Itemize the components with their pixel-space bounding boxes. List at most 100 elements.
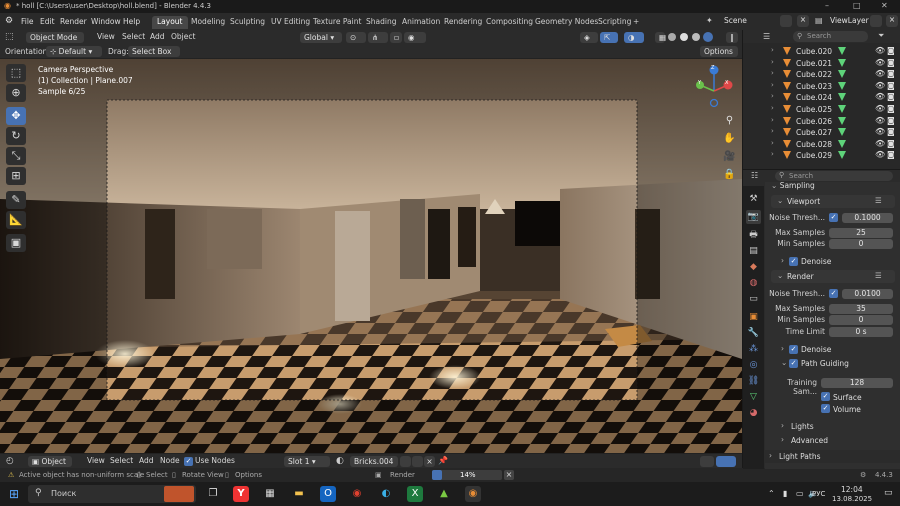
camera-view-icon[interactable]: 🎥 bbox=[721, 148, 738, 165]
outliner-row[interactable]: › Cube.020 👁 ◙ bbox=[743, 46, 900, 57]
select-box-tool-icon[interactable]: ⬚ bbox=[6, 64, 26, 82]
constraints-tab-icon[interactable]: ⛓ bbox=[746, 374, 761, 388]
visibility-eye-icon[interactable]: 👁 bbox=[875, 127, 885, 136]
visibility-eye-icon[interactable]: 👁 bbox=[875, 46, 885, 55]
zoom-icon[interactable]: ⚲ bbox=[721, 112, 738, 129]
transform-orientation-dropdown[interactable]: Global ▾ bbox=[300, 32, 342, 43]
proportional-edit-icon[interactable]: ◉ bbox=[404, 32, 426, 43]
world-tab-icon[interactable]: ◍ bbox=[746, 276, 761, 290]
use-nodes-checkbox[interactable]: ✓ bbox=[184, 457, 193, 466]
microsoft-store-icon[interactable]: ▦ bbox=[262, 486, 278, 502]
outlook-icon[interactable]: O bbox=[320, 486, 336, 502]
gizmo-toggle-icon[interactable]: ⇱ bbox=[600, 32, 618, 43]
node-menu-view[interactable]: View bbox=[87, 456, 105, 465]
mesh-data-icon[interactable] bbox=[838, 58, 846, 67]
edge-icon[interactable]: ◐ bbox=[378, 486, 394, 502]
viewport-presets-icon[interactable]: ☰ bbox=[875, 196, 882, 205]
properties-panel[interactable]: ☷ ⚲ Search ⚒ 📷 🖶 ▤ ◆ ◍ ▭ ▣ 🔧 ⁂ ◎ ⛓ ▽ ◕ ⌄… bbox=[742, 169, 900, 469]
snap-target-icon[interactable]: ▫ bbox=[390, 32, 402, 43]
lights-row[interactable]: › Lights bbox=[771, 420, 895, 433]
clock-time[interactable]: 12:04 bbox=[841, 485, 863, 494]
pause-render-icon[interactable]: ‖ bbox=[726, 32, 738, 43]
render-camera-icon[interactable]: ◙ bbox=[887, 116, 895, 125]
notifications-icon[interactable]: ▭ bbox=[884, 488, 893, 498]
outliner-row[interactable]: › Cube.028 👁 ◙ bbox=[743, 139, 900, 150]
mesh-data-icon[interactable] bbox=[838, 70, 846, 79]
light-paths-header[interactable]: › Light Paths bbox=[765, 450, 900, 463]
viewport-noise-field[interactable]: 0.1000 bbox=[842, 213, 893, 223]
volume-checkbox[interactable]: ✓ bbox=[821, 404, 830, 413]
app-icon[interactable]: ▲ bbox=[436, 486, 452, 502]
sampling-section-header[interactable]: ⌄ Sampling bbox=[771, 181, 895, 194]
tab-modeling[interactable]: Modeling bbox=[186, 16, 230, 29]
solid-shading-icon[interactable] bbox=[680, 33, 688, 41]
task-view-icon[interactable]: ❐ bbox=[205, 486, 221, 502]
outliner-row[interactable]: › Cube.027 👁 ◙ bbox=[743, 127, 900, 138]
expand-arrow-icon[interactable]: › bbox=[771, 116, 774, 124]
visibility-eye-icon[interactable]: 👁 bbox=[875, 116, 885, 125]
render-tab-icon[interactable]: 📷 bbox=[746, 210, 761, 224]
outliner-funnel-icon[interactable]: ⏷ bbox=[878, 31, 884, 41]
particles-tab-icon[interactable]: ⁂ bbox=[746, 342, 761, 356]
render-presets-icon[interactable]: ☰ bbox=[875, 271, 882, 280]
visibility-eye-icon[interactable]: 👁 bbox=[875, 150, 885, 159]
menu-help[interactable]: Help bbox=[123, 17, 140, 26]
scene-name[interactable]: Scene bbox=[724, 16, 747, 25]
mesh-data-icon[interactable] bbox=[838, 47, 846, 55]
render-subpanel-header[interactable]: ⌄ Render ☰ bbox=[771, 270, 895, 283]
menu-select[interactable]: Select bbox=[122, 32, 145, 41]
taskbar-search-box[interactable]: ⚲ Поиск bbox=[28, 485, 196, 503]
surface-checkbox[interactable]: ✓ bbox=[821, 392, 830, 401]
outliner-panel[interactable]: ☰ ⚲ Search ⏷ › Cube.020 👁 ◙ › Cube.021 👁 ◙ › Cube… bbox=[742, 30, 900, 169]
menu-add[interactable]: Add bbox=[150, 32, 165, 41]
tool-tab-icon[interactable]: ⚒ bbox=[746, 192, 761, 206]
tab-layout[interactable]: Layout bbox=[152, 16, 188, 29]
training-samples-field[interactable]: 128 bbox=[821, 378, 893, 388]
properties-search-input[interactable]: ⚲ Search bbox=[775, 171, 893, 181]
view-layer-copy-icon[interactable] bbox=[870, 15, 882, 27]
render-time-limit-field[interactable]: 0 s bbox=[829, 327, 893, 337]
shader-type-dropdown[interactable]: ▣ Object ▾ bbox=[28, 456, 72, 477]
mesh-data-icon[interactable] bbox=[838, 105, 846, 113]
windows-start-icon[interactable]: ⊞ bbox=[6, 486, 22, 502]
expand-arrow-icon[interactable]: › bbox=[771, 150, 774, 158]
snap-icon[interactable]: ⋔ bbox=[368, 32, 388, 43]
menu-file[interactable]: File bbox=[21, 17, 34, 26]
pivot-point-icon[interactable]: ⊙ bbox=[346, 32, 366, 43]
editor-type-icon[interactable]: ⬚ bbox=[5, 32, 14, 42]
render-denoise-checkbox[interactable]: ✓ bbox=[789, 345, 798, 354]
outliner-row[interactable]: › Cube.025 👁 ◙ bbox=[743, 104, 900, 115]
visibility-eye-icon[interactable]: 👁 bbox=[875, 58, 885, 67]
visibility-eye-icon[interactable]: 👁 bbox=[875, 139, 885, 148]
tab-texture-paint[interactable]: Texture Paint bbox=[308, 16, 366, 29]
menu-edit[interactable]: Edit bbox=[40, 17, 55, 26]
view-layer-name[interactable]: ViewLayer bbox=[830, 16, 869, 25]
menu-object[interactable]: Object bbox=[171, 32, 195, 41]
material-name-field[interactable]: Bricks.004 bbox=[350, 456, 398, 467]
close-button[interactable]: ✕ bbox=[881, 1, 888, 10]
minimize-button[interactable]: – bbox=[825, 1, 829, 10]
menu-view[interactable]: View bbox=[97, 32, 115, 41]
tray-arrow-icon[interactable]: ⌃ bbox=[768, 489, 775, 498]
rotate-tool-icon[interactable]: ↻ bbox=[6, 127, 26, 145]
tab-shading[interactable]: Shading bbox=[361, 16, 401, 29]
editor-type-shader-icon[interactable]: ◴ bbox=[6, 456, 14, 466]
viewport-denoise-row[interactable]: › ✓ Denoise bbox=[771, 255, 895, 268]
add-cube-tool-icon[interactable]: ▣ bbox=[6, 234, 26, 252]
node-menu-add[interactable]: Add bbox=[139, 456, 154, 465]
drag-dropdown[interactable]: Select Box ▾ bbox=[128, 46, 180, 67]
viewport-max-samples-field[interactable]: 25 bbox=[829, 228, 893, 238]
render-camera-icon[interactable]: ◙ bbox=[887, 46, 895, 55]
expand-arrow-icon[interactable]: › bbox=[771, 58, 774, 66]
render-camera-icon[interactable]: ◙ bbox=[887, 127, 895, 136]
outliner-row[interactable]: › Cube.024 👁 ◙ bbox=[743, 92, 900, 103]
render-camera-icon[interactable]: ◙ bbox=[887, 150, 895, 159]
path-guiding-row[interactable]: ⌄ ✓ Path Guiding bbox=[771, 357, 895, 370]
visibility-eye-icon[interactable]: 👁 bbox=[875, 69, 885, 78]
cancel-render-button[interactable]: × bbox=[504, 470, 514, 480]
physics-tab-icon[interactable]: ◎ bbox=[746, 358, 761, 372]
visibility-eye-icon[interactable]: 👁 bbox=[875, 81, 885, 90]
render-noise-field[interactable]: 0.0100 bbox=[842, 289, 893, 299]
visibility-eye-icon[interactable]: 👁 bbox=[875, 104, 885, 113]
measure-tool-icon[interactable]: 📐 bbox=[6, 211, 26, 229]
